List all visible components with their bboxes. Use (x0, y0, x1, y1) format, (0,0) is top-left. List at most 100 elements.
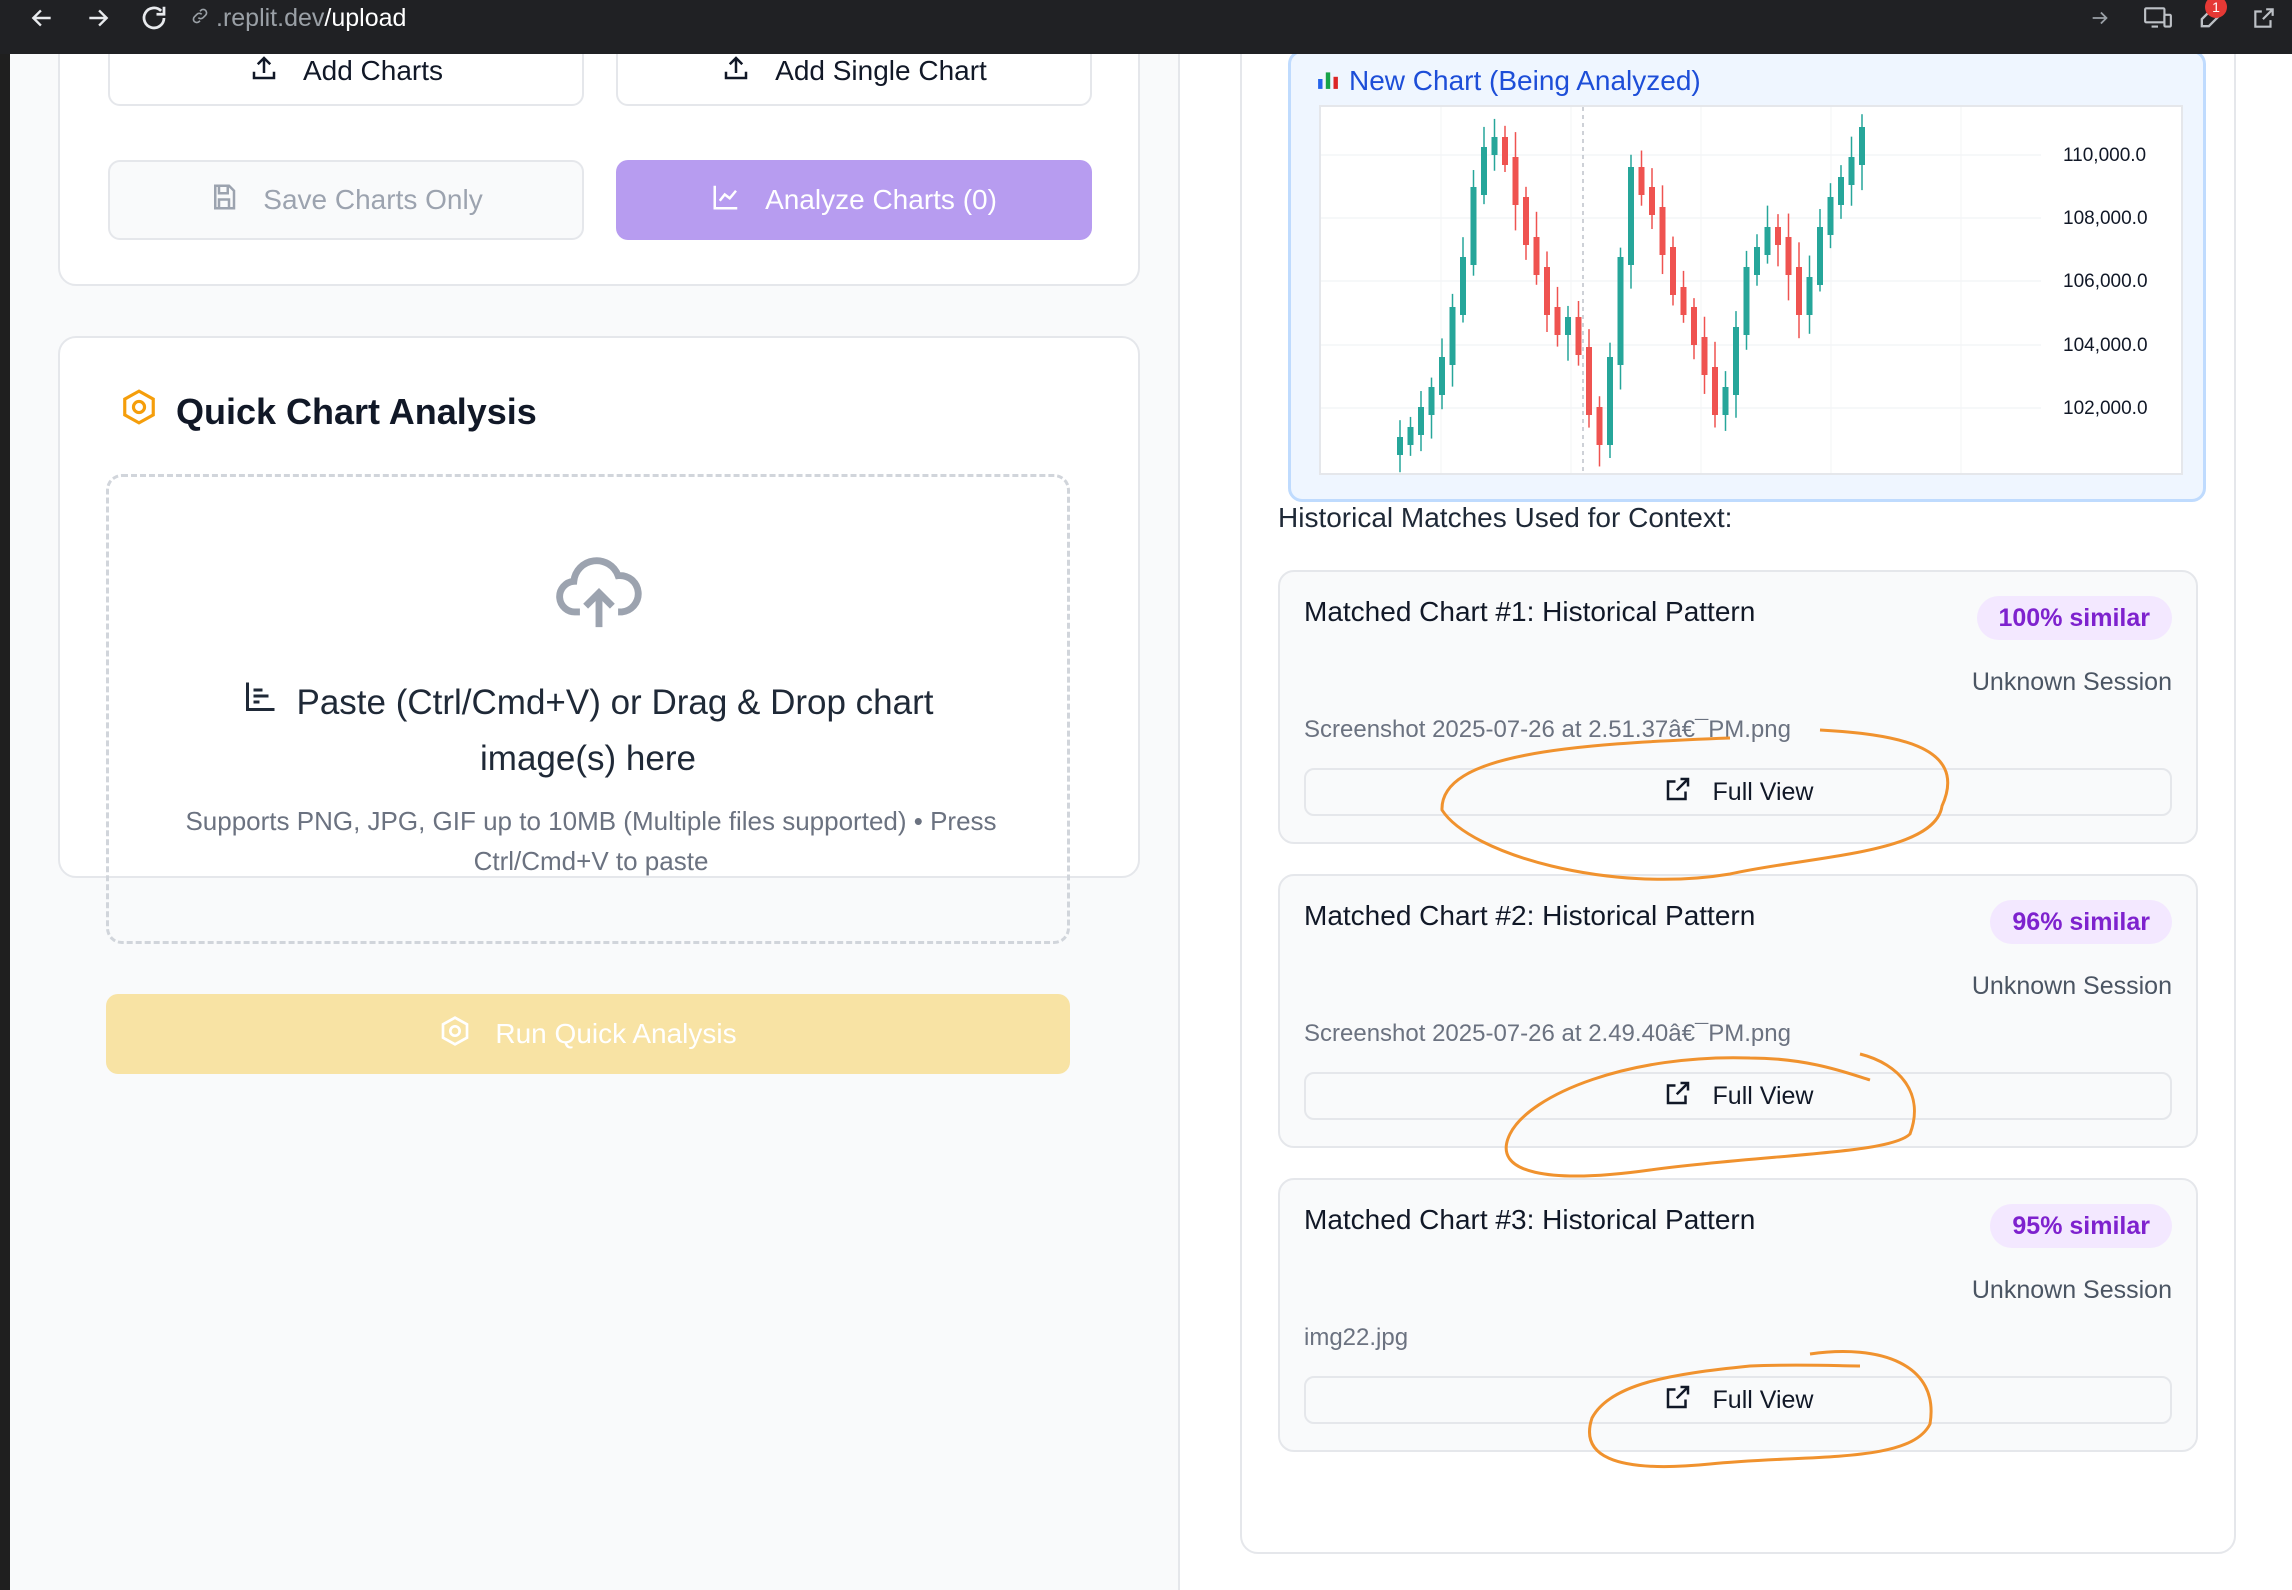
candle (1428, 377, 1435, 439)
drop-zone[interactable]: Paste (Ctrl/Cmd+V) or Drag & Drop chart … (106, 474, 1070, 944)
add-charts-label: Add Charts (302, 55, 444, 86)
candle-body (1722, 387, 1729, 415)
candle-body (1554, 307, 1561, 335)
candle (1691, 298, 1697, 360)
candle (1659, 185, 1666, 275)
upload-card: Add Charts Add Single Chart Save Charts … (58, 54, 1140, 286)
candle (1512, 132, 1519, 231)
full-view-button[interactable]: Full View (1304, 768, 2172, 816)
add-single-chart-button[interactable]: Add Single Chart (616, 54, 1092, 106)
candle-body (1481, 147, 1487, 195)
candle-body (1512, 157, 1519, 205)
session-label: Unknown Session (1971, 972, 2172, 1000)
candle (1670, 236, 1676, 306)
browser-toolbar: .replit.dev/upload 1 (0, 0, 2292, 54)
forward-icon[interactable] (76, 0, 120, 40)
candle (1596, 396, 1603, 467)
new-chart-heading: New Chart (Being Analyzed) (1317, 54, 1701, 109)
candle (1827, 183, 1834, 249)
candle (1607, 342, 1613, 459)
candle-body (1607, 357, 1613, 445)
drop-zone-hint: Supports PNG, JPG, GIF up to 10MB (Multi… (185, 806, 997, 876)
page: Add Charts Add Single Chart Save Charts … (10, 54, 2292, 1590)
back-icon[interactable] (20, 0, 64, 40)
candle-body (1428, 387, 1435, 415)
candle-body (1659, 207, 1666, 255)
new-chart-title: New Chart (Being Analyzed) (1349, 65, 1701, 96)
candle-body (1649, 187, 1655, 215)
reload-icon[interactable] (132, 0, 176, 40)
save-icon (209, 182, 239, 219)
candle (1649, 168, 1655, 230)
link-icon (190, 4, 210, 33)
file-name: Screenshot 2025-07-26 at 2.49.40â€¯PM.pn… (1304, 1020, 1791, 1047)
candle-body (1691, 307, 1697, 345)
candle (1754, 234, 1760, 286)
candle-body (1806, 277, 1813, 315)
candle (1481, 126, 1487, 205)
candle (1533, 211, 1540, 285)
candle (1523, 186, 1529, 260)
hexagon-icon (439, 1015, 471, 1054)
historical-matches-label: Historical Matches Used for Context: (1278, 502, 1733, 533)
y-tick-label: 108,000.0 (2063, 208, 2148, 229)
candle (1397, 420, 1403, 473)
candle (1638, 150, 1645, 206)
external-link-icon (1663, 774, 1693, 811)
quick-analysis-title: Quick Chart Analysis (176, 390, 537, 432)
bar-chart-icon (1317, 65, 1339, 97)
candle (1859, 114, 1865, 191)
devices-icon[interactable] (2138, 0, 2178, 36)
session-label: Unknown Session (1971, 668, 2172, 696)
candle (1701, 316, 1708, 394)
candle-body (1848, 157, 1855, 185)
candle (1838, 165, 1844, 219)
candle-body (1617, 257, 1624, 365)
add-charts-button[interactable]: Add Charts (108, 54, 584, 106)
bar-chart-icon (243, 675, 279, 731)
y-tick-label: 102,000.0 (2063, 398, 2148, 419)
save-charts-only-button[interactable]: Save Charts Only (108, 160, 584, 240)
drop-zone-line1: Paste (Ctrl/Cmd+V) or Drag & Drop chart (296, 683, 934, 722)
arrow-right-icon[interactable] (2080, 0, 2120, 36)
y-tick-label: 110,000.0 (2063, 145, 2146, 166)
quick-analysis-heading: Quick Chart Analysis (120, 388, 537, 435)
candle-body (1796, 267, 1802, 315)
drop-zone-line2: image(s) here (480, 739, 696, 778)
analyze-charts-button[interactable]: Analyze Charts (0) (616, 160, 1092, 240)
candle-body (1586, 347, 1592, 415)
column-divider (1178, 54, 1180, 1590)
candle (1817, 209, 1823, 292)
save-charts-only-label: Save Charts Only (263, 184, 483, 215)
candle (1628, 154, 1634, 289)
chart-line-icon (711, 182, 741, 219)
candle (1796, 242, 1802, 339)
new-chart-panel: New Chart (Being Analyzed) 110,000.0 108,… (1288, 54, 2206, 502)
candle-body (1680, 287, 1687, 315)
address-bar[interactable]: .replit.dev/upload (190, 0, 406, 36)
url-host: .replit.dev (216, 3, 325, 32)
external-link-icon (1663, 1078, 1693, 1115)
open-external-icon[interactable] (2244, 0, 2284, 36)
candle-body (1523, 197, 1529, 245)
candle-body (1628, 167, 1634, 265)
full-view-button[interactable]: Full View (1304, 1072, 2172, 1120)
candle-body (1439, 357, 1445, 395)
candle (1712, 341, 1718, 428)
drop-zone-text: Paste (Ctrl/Cmd+V) or Drag & Drop chart … (109, 675, 1067, 787)
candle (1575, 300, 1582, 366)
hexagon-icon (120, 388, 158, 435)
candle-body (1670, 247, 1676, 295)
upload-icon (249, 54, 279, 90)
run-quick-analysis-button[interactable]: Run Quick Analysis (106, 994, 1070, 1074)
candle-body (1418, 407, 1424, 435)
candle-body (1733, 327, 1739, 395)
candle (1439, 338, 1445, 410)
candle (1554, 286, 1561, 347)
candle (1491, 118, 1498, 171)
full-view-button[interactable]: Full View (1304, 1376, 2172, 1424)
full-view-label: Full View (1712, 777, 1814, 806)
match-card-1: Matched Chart #1: Historical Pattern 100… (1278, 570, 2198, 844)
session-label: Unknown Session (1971, 1276, 2172, 1304)
candle-body (1470, 187, 1477, 265)
